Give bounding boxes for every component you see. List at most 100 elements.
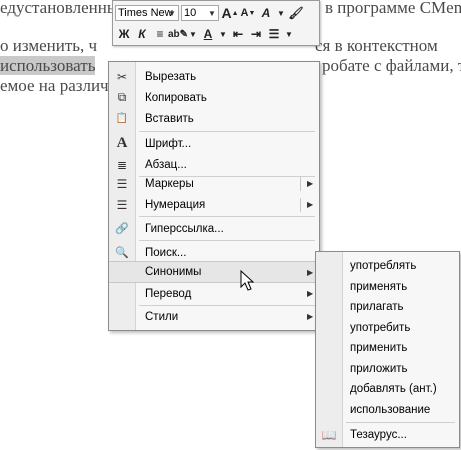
italic-button[interactable]: К [133,25,151,43]
selected-text[interactable]: использовать [0,56,96,75]
thesaurus-item[interactable]: 📖 Тезаурус... [316,425,459,445]
decrease-indent-icon: ⇤ [232,27,244,41]
synonym-item[interactable]: использование [316,400,459,420]
split-divider [300,176,301,191]
doc-text: емое на различ [0,76,109,95]
scissors-icon: ✂ [116,69,128,84]
highlight-button[interactable]: ab✎ [167,25,189,43]
menu-item-label: Стили [145,310,179,323]
doc-line-1-right: в программе CMenu [325,0,461,18]
menu-item-font[interactable]: A Шрифт... [109,133,319,154]
menu-item-bullets[interactable]: ☰ Маркеры ▶ [109,173,319,194]
align-center-icon: ≡ [156,27,164,41]
doc-line-1: едустановленны [0,0,118,18]
submenu-arrow-icon[interactable]: ▶ [307,200,319,209]
font-color-icon: A [203,27,213,41]
chevron-down-icon[interactable]: ▼ [167,6,177,20]
chevron-down-icon[interactable]: ▼ [187,25,199,43]
split-divider [300,197,301,212]
menu-item-label: Копировать [145,91,207,104]
research-icon: 🔍 [115,247,129,259]
synonym-item[interactable]: приложить [316,359,459,379]
doc-text: в программе CMenu [325,0,461,17]
synonym-item[interactable]: употребить [316,318,459,338]
synonym-label: употребить [350,322,411,334]
menu-item-paste[interactable]: 📋 Вставить [109,108,319,129]
increase-indent-button[interactable]: ⇥ [247,25,265,43]
synonyms-submenu: употреблять применять прилагать употреби… [315,251,460,448]
doc-line-4: емое на различ [0,76,109,96]
synonym-item[interactable]: добавлять (ант.) [316,379,459,399]
grow-font-button[interactable]: A ▲ [221,4,239,22]
bold-button[interactable]: Ж [115,25,133,43]
font-color-button[interactable]: A [199,25,217,43]
thesaurus-label: Тезаурус... [350,429,407,441]
menu-item-translate[interactable]: Перевод ▶ [109,283,319,304]
menu-item-label: Вставить [145,112,194,125]
synonym-item[interactable]: применять [316,277,459,297]
menu-item-label: Гиперссылка... [145,222,224,235]
chevron-down-icon[interactable]: ▼ [275,4,287,22]
doc-line-3-right: робате с файлами, так [322,56,461,76]
menu-item-styles[interactable]: Стили ▶ [109,306,319,327]
submenu-arrow-icon[interactable]: ▶ [307,179,319,188]
shrink-font-icon: A [240,7,249,19]
styles-button[interactable]: A [257,4,275,22]
menu-separator [139,240,315,241]
doc-text: едустановленны [0,0,119,17]
bold-icon: Ж [118,27,130,41]
format-painter-icon: 🖌 [288,6,304,20]
font-name-value: Times New [118,7,173,19]
menu-item-research[interactable]: 🔍 Поиск... [109,242,319,263]
menu-item-label: Поиск... [145,246,187,259]
copy-icon: ⧉ [117,90,127,104]
doc-text: о изменить, ч [0,36,98,55]
synonym-item[interactable]: употреблять [316,256,459,276]
synonym-item[interactable]: применить [316,338,459,358]
context-menu: ✂ Вырезать ⧉ Копировать 📋 Вставить A Шри… [108,61,320,331]
chevron-down-icon[interactable]: ▼ [207,6,217,20]
center-button[interactable]: ≡ [151,25,169,43]
menu-separator [139,216,315,217]
increase-indent-icon: ⇥ [250,27,262,41]
menu-item-copy[interactable]: ⧉ Копировать [109,87,319,108]
bullets-icon: ☰ [116,176,128,191]
doc-text: ся в контекстном [315,36,438,55]
menu-separator [346,422,455,423]
synonym-label: прилагать [350,301,404,313]
menu-item-label: Нумерация [145,198,206,211]
synonyms-icon [109,262,135,283]
hyperlink-icon: 🔗 [115,223,129,235]
italic-icon: К [138,27,146,41]
highlight-icon: ab✎ [167,28,189,40]
bullets-button[interactable]: ☰ [265,25,283,43]
synonym-label: добавлять (ант.) [350,383,437,395]
synonym-item[interactable]: прилагать [316,297,459,317]
menu-item-paragraph[interactable]: ≣ Абзац... [109,154,319,175]
chevron-down-icon[interactable]: ▼ [217,25,229,43]
chevron-down-icon[interactable]: ▼ [283,25,295,43]
shrink-font-button[interactable]: A ▼ [239,4,257,22]
font-name-combo[interactable]: Times New ▼ [115,5,179,21]
menu-item-label: Вырезать [145,70,197,83]
paste-icon: 📋 [115,113,129,124]
decrease-indent-button[interactable]: ⇤ [229,25,247,43]
menu-item-label: Шрифт... [145,137,192,150]
mini-toolbar: Times New ▼ 10 ▼ A ▲ A ▼ A ▼ 🖌 Ж К ≡ ab✎ ▼… [112,0,320,46]
doc-line-2: о изменить, ч [0,36,97,56]
doc-text: робате с файлами, так [322,56,461,75]
format-painter-button[interactable]: 🖌 [287,4,305,22]
font-size-combo[interactable]: 10 ▼ [181,5,219,21]
synonym-label: применить [350,342,408,354]
paragraph-icon: ≣ [116,157,128,172]
synonym-label: использование [350,404,431,416]
menu-item-hyperlink[interactable]: 🔗 Гиперссылка... [109,218,319,239]
menu-item-numbering[interactable]: ☰ Нумерация ▶ [109,194,319,215]
menu-item-cut[interactable]: ✂ Вырезать [109,66,319,87]
menu-item-label: Маркеры [145,177,194,190]
numbering-icon: ☰ [116,197,128,212]
menu-item-label: Синонимы [145,266,202,278]
styles-icon: A [261,6,271,20]
translate-icon [109,283,135,304]
menu-item-synonyms[interactable]: Синонимы ▶ [109,261,319,283]
